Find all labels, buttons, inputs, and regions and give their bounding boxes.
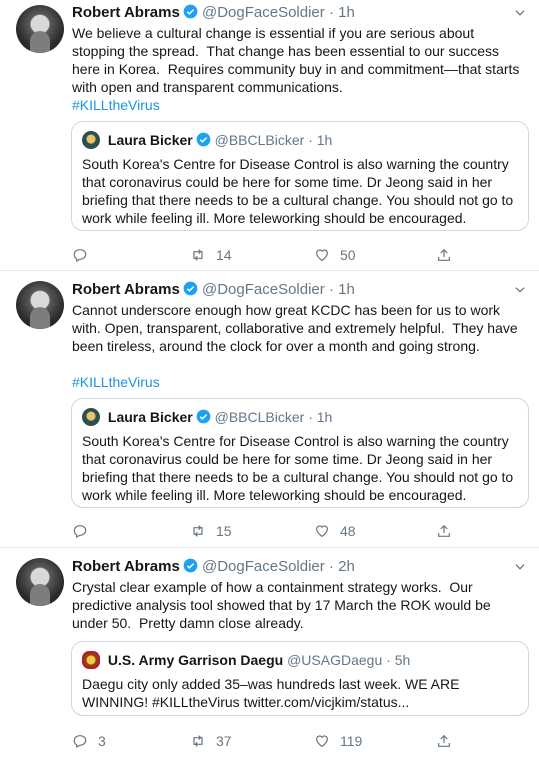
- retweet-icon: [193, 735, 203, 747]
- author-handle[interactable]: @DogFaceSoldier: [202, 558, 325, 575]
- tweet-header: Robert Abrams @DogFaceSoldier · 2h: [72, 557, 355, 577]
- author-handle: @BBCLBicker: [214, 132, 305, 148]
- verified-badge-icon: [196, 132, 211, 147]
- share-icon: [438, 524, 450, 537]
- retweet-count: 15: [216, 523, 232, 539]
- verified-badge-icon: [196, 409, 211, 424]
- timestamp[interactable]: 1h: [338, 281, 355, 298]
- timestamp: 5h: [394, 652, 411, 668]
- hashtag-link[interactable]: #KILLtheVirus: [72, 97, 160, 113]
- share-button[interactable]: [436, 731, 452, 751]
- quote-text: South Korea's Centre for Disease Control…: [82, 433, 518, 503]
- tweet-text: Crystal clear example of how a containme…: [72, 579, 495, 631]
- avatar[interactable]: [16, 281, 64, 329]
- verified-badge-icon: [183, 558, 198, 573]
- tweet-body: We believe a cultural change is essentia…: [72, 25, 524, 95]
- reply-icon: [73, 525, 87, 539]
- quoted-tweet[interactable]: Laura Bicker @BBCLBicker · 1h South Kore…: [71, 398, 529, 508]
- author-handle: @USAGDaegu: [287, 652, 383, 668]
- avatar: [82, 651, 100, 669]
- caret-down-icon[interactable]: [513, 6, 527, 20]
- hashtag-link[interactable]: #KILLtheVirus: [72, 374, 160, 390]
- like-button[interactable]: 48: [314, 521, 356, 541]
- avatar[interactable]: [16, 558, 64, 606]
- share-button[interactable]: [436, 521, 452, 541]
- avatar: [82, 408, 100, 426]
- retweet-icon: [193, 249, 203, 261]
- retweet-button[interactable]: 15: [190, 521, 232, 541]
- tweet-body: Cannot underscore enough how great KCDC …: [72, 302, 522, 354]
- quote-text: Daegu city only added 35–was hundreds la…: [82, 676, 464, 710]
- like-button[interactable]: 119: [314, 731, 362, 751]
- quoted-tweet[interactable]: Laura Bicker @BBCLBicker · 1h South Kore…: [71, 121, 529, 231]
- tweet[interactable]: Robert Abrams @DogFaceSoldier · 2h Cryst…: [0, 548, 539, 762]
- author-name[interactable]: Robert Abrams: [72, 558, 180, 575]
- reply-button[interactable]: [72, 521, 98, 541]
- reply-button[interactable]: 3: [72, 731, 106, 751]
- reply-icon: [73, 735, 87, 749]
- like-count: 119: [340, 733, 363, 749]
- caret-down-icon[interactable]: [513, 283, 527, 297]
- separator: ·: [328, 4, 334, 21]
- separator: ·: [328, 558, 334, 575]
- separator: ·: [308, 132, 313, 148]
- quote-header: U.S. Army Garrison Daegu @USAGDaegu · 5h: [82, 651, 410, 669]
- quote-text: South Korea's Centre for Disease Control…: [82, 156, 518, 226]
- author-handle: @BBCLBicker: [214, 409, 305, 425]
- reply-count: 3: [98, 733, 106, 749]
- author-name[interactable]: Robert Abrams: [72, 281, 180, 298]
- author-handle[interactable]: @DogFaceSoldier: [202, 4, 325, 21]
- tweet-actions: 3 37 119: [72, 731, 524, 751]
- like-button[interactable]: 50: [314, 245, 356, 265]
- timestamp[interactable]: 1h: [338, 4, 355, 21]
- share-icon: [438, 248, 450, 261]
- like-count: 50: [340, 247, 356, 263]
- author-name: Laura Bicker: [107, 132, 193, 148]
- caret-down-icon[interactable]: [513, 560, 527, 574]
- tweet[interactable]: Robert Abrams @DogFaceSoldier · 1h We be…: [0, 0, 539, 271]
- tweet-text: We believe a cultural change is essentia…: [72, 24, 524, 114]
- retweet-icon: [193, 525, 203, 537]
- quoted-tweet[interactable]: U.S. Army Garrison Daegu @USAGDaegu · 5h…: [71, 641, 529, 716]
- tweet-text: Cannot underscore enough how great KCDC …: [72, 301, 524, 391]
- retweet-count: 37: [216, 733, 232, 749]
- tweet[interactable]: Robert Abrams @DogFaceSoldier · 1h Canno…: [0, 271, 539, 548]
- separator: ·: [328, 281, 334, 298]
- retweet-button[interactable]: 14: [190, 245, 232, 265]
- like-icon: [316, 249, 328, 262]
- like-icon: [316, 735, 328, 748]
- share-icon: [438, 734, 450, 747]
- author-name[interactable]: Robert Abrams: [72, 4, 180, 21]
- timestamp: 1h: [316, 409, 333, 425]
- retweet-count: 14: [216, 247, 232, 263]
- author-handle[interactable]: @DogFaceSoldier: [202, 281, 325, 298]
- tweet-header: Robert Abrams @DogFaceSoldier · 1h: [72, 280, 355, 300]
- avatar: [82, 131, 100, 149]
- verified-badge-icon: [183, 4, 198, 19]
- like-icon: [316, 525, 328, 538]
- avatar[interactable]: [16, 5, 64, 53]
- timestamp[interactable]: 2h: [338, 558, 355, 575]
- tweet-actions: 14 50: [72, 245, 524, 265]
- share-button[interactable]: [436, 245, 452, 265]
- separator: ·: [386, 652, 391, 668]
- reply-button[interactable]: [72, 245, 98, 265]
- author-name: U.S. Army Garrison Daegu: [107, 652, 284, 668]
- tweet-header: Robert Abrams @DogFaceSoldier · 1h: [72, 3, 355, 23]
- retweet-button[interactable]: 37: [190, 731, 232, 751]
- quote-header: Laura Bicker @BBCLBicker · 1h: [82, 131, 332, 149]
- verified-badge-icon: [183, 281, 198, 296]
- tweet-actions: 15 48: [72, 521, 524, 541]
- like-count: 48: [340, 523, 356, 539]
- separator: ·: [308, 409, 313, 425]
- author-name: Laura Bicker: [107, 409, 193, 425]
- reply-icon: [73, 249, 87, 263]
- quote-header: Laura Bicker @BBCLBicker · 1h: [82, 408, 332, 426]
- timestamp: 1h: [316, 132, 333, 148]
